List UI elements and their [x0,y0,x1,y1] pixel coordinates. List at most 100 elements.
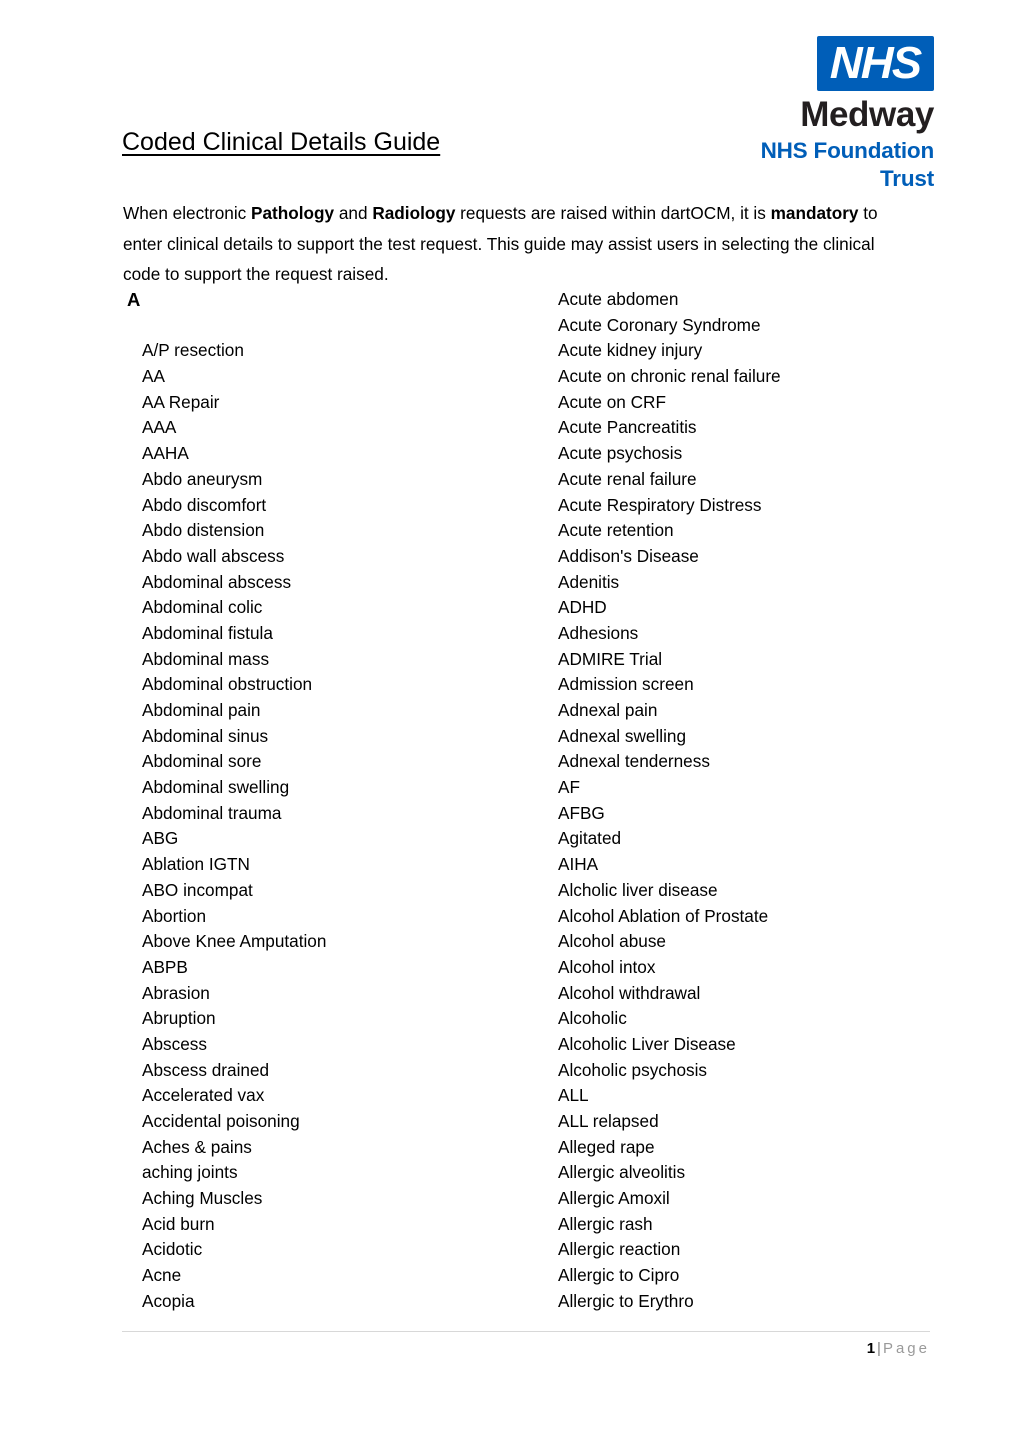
term-list-item: Alleged rape [558,1136,655,1157]
intro-paragraph: When electronic Pathology and Radiology … [123,198,898,290]
intro-bold-pathology: Pathology [251,203,335,224]
page-title: Coded Clinical Details Guide [122,128,441,156]
intro-text-3: requests are raised within dartOCM, it i… [455,203,771,224]
term-list-item: Acute kidney injury [558,340,703,361]
term-list-item: Abdominal fistula [142,622,273,643]
term-list-item: Ablation IGTN [142,854,250,875]
term-list-item: Alcoholic Liver Disease [558,1033,736,1054]
term-list-item: Accelerated vax [142,1085,265,1106]
term-list-item: Acopia [142,1290,195,1311]
term-list-item: Alcholic liver disease [558,879,718,900]
nhs-logo-text: NHS [830,37,922,88]
term-list-item: Abdominal swelling [142,777,290,798]
term-list-item: Adnexal pain [558,700,658,720]
term-list-item: Abdo wall abscess [142,545,285,566]
term-list-item: Alcohol abuse [558,931,666,952]
term-list-item: Acute on chronic renal failure [558,366,781,387]
term-list-item: ABG [142,828,179,849]
term-list-item: Abrasion [142,982,210,1003]
term-list-item: Alcohol Ablation of Prostate [558,905,769,926]
term-list-item: Aches & pains [142,1136,252,1157]
term-list-item: Adhesions [558,622,639,643]
document-page: NHS Medway NHS Foundation Trust Coded Cl… [0,0,1020,1442]
term-list-item: Abdo distension [142,520,265,541]
footer-separator: | [877,1340,881,1357]
term-list-item: Abdominal colic [142,597,263,618]
nhs-medway-logo: NHS Medway NHS Foundation Trust [714,36,934,193]
intro-bold-mandatory: mandatory [770,203,859,224]
term-list-item: Abdominal sinus [142,725,269,746]
term-list-item: ABO incompat [142,879,253,900]
term-list-item: AAHA [142,443,189,464]
term-list-item: Abruption [142,1008,216,1029]
term-list-item: Adenitis [558,571,620,592]
term-list-item: Admission screen [558,674,694,695]
term-list-item: AA Repair [142,391,220,412]
term-list-item: Acute Pancreatitis [558,417,697,438]
trust-name: Medway [800,95,934,134]
term-list-left: A/P resection AA AA Repair AAA AAHA Abdo aneu… [142,287,542,1315]
term-list-item: Abdominal sore [142,751,262,772]
term-list-item: AF [558,777,580,798]
term-list-item: AA [142,366,165,387]
term-list-item: Acid burn [142,1213,215,1234]
term-list-item: Agitated [558,828,622,849]
footer-page-number: 1 [866,1340,876,1357]
intro-text-2: and [334,203,373,224]
term-list-item: AFBG [558,802,605,823]
term-list-item: Acute Coronary Syndrome [558,314,761,335]
term-list-item: ADHD [558,597,607,618]
term-list-item: Acute Respiratory Distress [558,494,762,515]
term-list-item: Alcohol withdrawal [558,982,701,1003]
term-list-item: Addison's Disease [558,545,699,566]
term-list-item: Abdominal trauma [142,802,282,823]
footer-divider [122,1331,930,1332]
term-list-item: ALL [558,1085,589,1106]
term-list-item: Acute psychosis [558,443,683,464]
term-list-item: Alcohol intox [558,956,656,977]
term-list-item: Acute on CRF [558,391,666,412]
term-list-item: ABPB [142,956,188,977]
term-list-item: Accidental poisoning [142,1111,300,1132]
term-list-item: AAA [142,417,177,438]
term-list-item: Acute retention [558,520,674,541]
term-list-item: Aching Muscles [142,1188,263,1209]
term-list-item: AIHA [558,854,599,875]
term-list-item: Acute renal failure [558,468,697,489]
term-list-item: Alcoholic psychosis [558,1059,708,1080]
term-list-item: Abdominal abscess [142,571,292,592]
term-list-item: Allergic to Cipro [558,1265,680,1286]
intro-bold-radiology: Radiology [372,203,456,224]
section-heading-a: A [127,289,141,310]
term-column-left: A/P resection AA AA Repair AAA AAHA Abdo aneu… [142,287,542,1315]
term-list-item: ADMIRE Trial [558,648,663,669]
intro-text-1: When electronic [123,203,252,224]
term-list-item: Allergic alveolitis [558,1162,686,1183]
term-list-item: Abscess drained [142,1059,270,1080]
term-list-item: Adnexal tenderness [558,751,710,772]
term-list-item: Abdo discomfort [142,494,267,515]
term-list-item: Above Knee Amputation [142,931,327,952]
term-list-item: Abdo aneurysm [142,468,263,489]
term-list-item: Adnexal swelling [558,725,687,746]
term-list-item: Acidotic [142,1239,203,1260]
term-list-item: Abdominal obstruction [142,674,313,695]
term-list-item: Abscess [142,1033,207,1054]
term-list-item: ALL relapsed [558,1111,659,1131]
term-list-item: Abortion [142,905,207,926]
term-list-item: Abdominal pain [142,700,261,721]
trust-subtitle: NHS Foundation Trust [760,138,935,191]
term-list-item: Allergic rash [558,1213,653,1234]
term-list-item: A/P resection [142,340,244,361]
term-list-item: Allergic to Erythro [558,1290,694,1311]
footer: 1 | Page [122,1338,930,1360]
term-list-item: aching joints [142,1162,238,1183]
term-list-item: Abdominal mass [142,648,270,669]
term-list-item: Acute abdomen [558,289,679,309]
term-column-right: Acute abdomen Acute Coronary Syndrome Acut… [558,287,958,1315]
term-list-item: Allergic reaction [558,1239,681,1260]
nhs-logo-badge: NHS [817,36,934,91]
term-list-item: Alcoholic [558,1008,627,1029]
term-list-item: Allergic Amoxil [558,1188,670,1209]
term-list-item: Acne [142,1265,182,1286]
